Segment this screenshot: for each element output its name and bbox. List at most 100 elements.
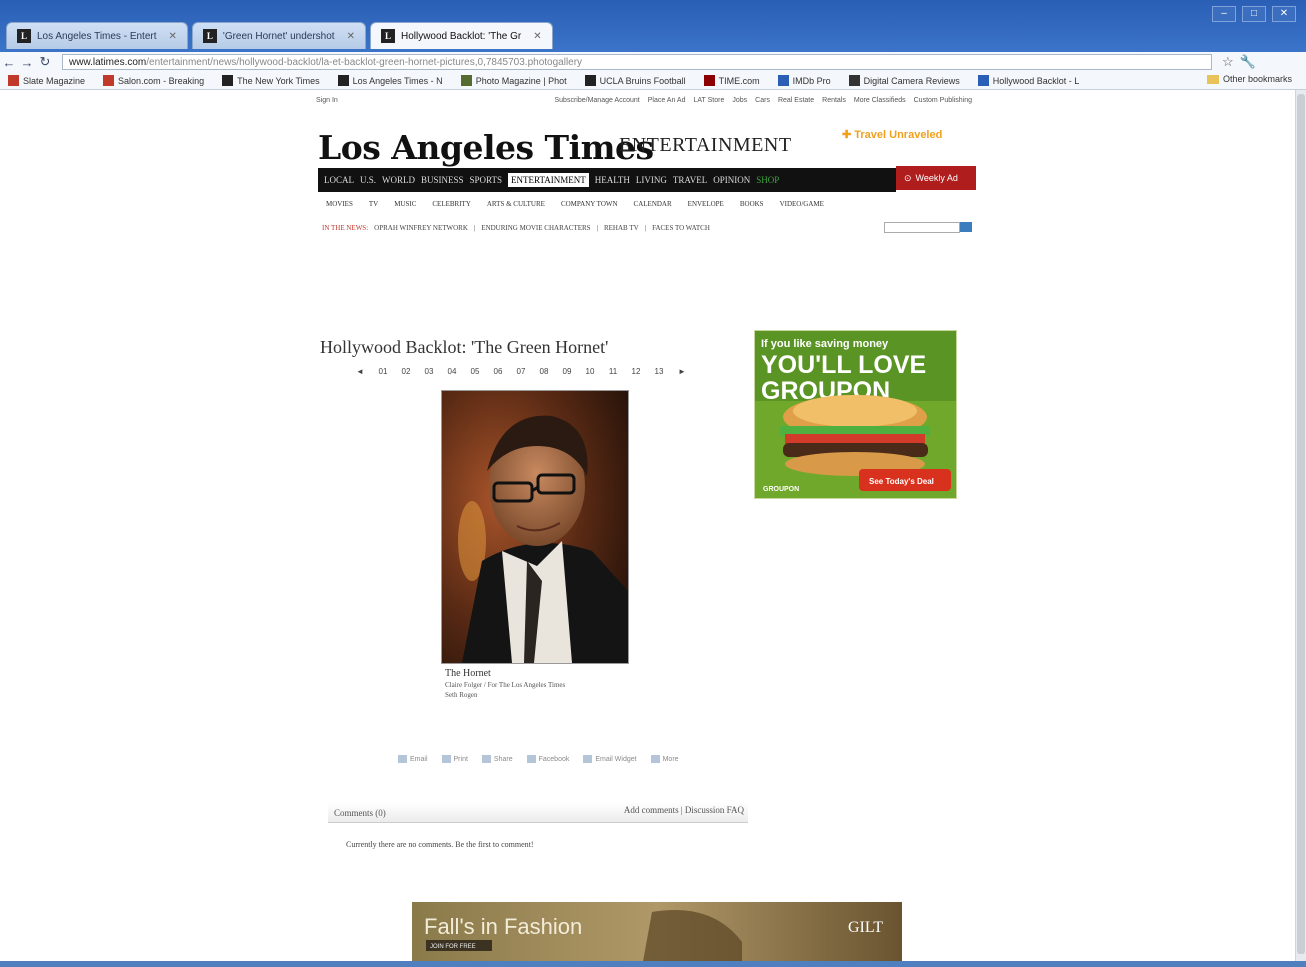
maximize-button[interactable]: □: [1242, 6, 1266, 22]
trending-separator: |: [596, 224, 598, 232]
utility-link[interactable]: Subscribe/Manage Account: [555, 97, 640, 104]
subnav-item[interactable]: ARTS & CULTURE: [487, 200, 545, 208]
nav-item-world[interactable]: WORLD: [382, 175, 415, 185]
pager-item[interactable]: 07: [515, 367, 527, 376]
bookmark-item[interactable]: Digital Camera Reviews: [848, 75, 960, 86]
bookmark-item[interactable]: Salon.com - Breaking: [103, 75, 204, 86]
utility-link[interactable]: Real Estate: [778, 97, 814, 104]
trending-link[interactable]: REHAB TV: [604, 224, 639, 232]
latimes-logo[interactable]: Los Angeles Times: [318, 128, 654, 167]
nav-item-living[interactable]: LIVING: [636, 175, 667, 185]
subnav-item[interactable]: VIDEO/GAME: [780, 200, 824, 208]
bookmark-item[interactable]: Hollywood Backlot - L: [977, 75, 1079, 86]
nav-item-health[interactable]: HEALTH: [595, 175, 630, 185]
pager-item[interactable]: 06: [492, 367, 504, 376]
nav-item-sports[interactable]: SPORTS: [470, 175, 502, 185]
nav-item-local[interactable]: LOCAL: [324, 175, 354, 185]
pager-item[interactable]: 01: [377, 367, 389, 376]
share-more-button[interactable]: More: [650, 755, 679, 763]
comments-actions[interactable]: Add comments | Discussion FAQ: [624, 805, 744, 815]
travel-promo[interactable]: ✚ Travel Unraveled: [842, 128, 942, 141]
subnav-item[interactable]: ENVELOPE: [688, 200, 724, 208]
other-bookmarks[interactable]: Other bookmarks: [1206, 74, 1292, 84]
nav-item-opinion[interactable]: OPINION: [713, 175, 750, 185]
subnav-item[interactable]: BOOKS: [740, 200, 764, 208]
utility-link[interactable]: Rentals: [822, 97, 846, 104]
pager-item[interactable]: 13: [653, 367, 665, 376]
pager-item[interactable]: 09: [561, 367, 573, 376]
share-icon: [398, 755, 407, 763]
share-facebook-button[interactable]: Facebook: [526, 755, 569, 763]
tab-green-hornet[interactable]: L 'Green Hornet' undershot ✕: [191, 22, 366, 49]
reload-icon[interactable]: ↻: [36, 54, 54, 70]
bookmark-item[interactable]: Photo Magazine | Phot: [460, 75, 567, 86]
utility-link[interactable]: Cars: [755, 97, 770, 104]
sign-in-link[interactable]: Sign In: [316, 97, 338, 104]
share-print-button[interactable]: Print: [441, 755, 468, 763]
nav-item-business[interactable]: BUSINESS: [421, 175, 464, 185]
gilt-banner-ad[interactable]: Fall's in Fashion JOIN FOR FREE GILT: [412, 902, 902, 967]
utility-link[interactable]: More Classifieds: [854, 97, 906, 104]
address-bar[interactable]: www.latimes.com/entertainment/news/holly…: [62, 54, 1212, 70]
subnav-item[interactable]: CELEBRITY: [432, 200, 471, 208]
bookmark-item[interactable]: IMDb Pro: [777, 75, 831, 86]
site-search-input[interactable]: [884, 222, 960, 233]
pager-item[interactable]: ◄: [354, 367, 366, 376]
bookmark-item[interactable]: Los Angeles Times - N: [337, 75, 443, 86]
utility-link[interactable]: Jobs: [732, 97, 747, 104]
subnav-item[interactable]: MUSIC: [394, 200, 416, 208]
close-tab-icon[interactable]: ✕: [169, 31, 177, 42]
pager-item[interactable]: 02: [400, 367, 412, 376]
subnav-item[interactable]: CALENDAR: [634, 200, 672, 208]
pager-item[interactable]: 08: [538, 367, 550, 376]
minimize-button[interactable]: –: [1212, 6, 1236, 22]
trending-link[interactable]: OPRAH WINFREY NETWORK: [374, 224, 468, 232]
pager-item[interactable]: 03: [423, 367, 435, 376]
weekly-ad-button[interactable]: ⊙ Weekly Ad: [896, 166, 976, 190]
tab-hollywood-backlot[interactable]: L Hollywood Backlot: 'The Gr ✕: [369, 22, 553, 49]
sub-nav: MOVIES TV MUSIC CELEBRITY ARTS & CULTURE COMP…: [326, 200, 926, 208]
forward-arrow-icon[interactable]: →: [18, 55, 36, 70]
close-tab-icon[interactable]: ✕: [533, 31, 541, 42]
bookmark-item[interactable]: UCLA Bruins Football: [584, 75, 686, 86]
bookmark-item[interactable]: The New York Times: [222, 75, 320, 86]
site-search-button[interactable]: [960, 222, 972, 232]
scrollbar-thumb[interactable]: [1297, 94, 1305, 954]
share-email-button[interactable]: Email: [398, 755, 428, 763]
utility-link[interactable]: Place An Ad: [648, 97, 686, 104]
trending-link[interactable]: FACES TO WATCH: [652, 224, 710, 232]
nav-item-shop[interactable]: SHOP: [756, 175, 779, 185]
subnav-item[interactable]: COMPANY TOWN: [561, 200, 618, 208]
bookmark-item[interactable]: TIME.com: [703, 75, 760, 86]
close-tab-icon[interactable]: ✕: [347, 31, 355, 42]
nav-item-travel[interactable]: TRAVEL: [673, 175, 707, 185]
back-arrow-icon[interactable]: ←: [0, 55, 18, 70]
bookmark-star-icon[interactable]: ☆: [1222, 54, 1234, 70]
nav-item-entertainment[interactable]: ENTERTAINMENT: [508, 173, 589, 187]
pager-item[interactable]: 11: [607, 367, 619, 376]
utility-link[interactable]: Custom Publishing: [914, 97, 972, 104]
utility-link[interactable]: LAT Store: [694, 97, 725, 104]
subnav-item[interactable]: TV: [369, 200, 378, 208]
page-scrollbar[interactable]: [1295, 90, 1306, 967]
pager-item[interactable]: 10: [584, 367, 596, 376]
nav-item-us[interactable]: U.S.: [360, 175, 376, 185]
pager-item[interactable]: 12: [630, 367, 642, 376]
bookmark-item[interactable]: Slate Magazine: [8, 75, 85, 86]
bookmark-favicon-icon: [8, 75, 19, 86]
close-window-button[interactable]: ✕: [1272, 6, 1296, 22]
tab-la-times[interactable]: L Los Angeles Times - Entert ✕: [6, 22, 188, 49]
subnav-item[interactable]: MOVIES: [326, 200, 353, 208]
pager-item[interactable]: ►: [676, 367, 688, 376]
wrench-menu-icon[interactable]: 🔧: [1240, 54, 1256, 70]
share-share-button[interactable]: Share: [481, 755, 513, 763]
pager-item[interactable]: 04: [446, 367, 458, 376]
tab-label: Los Angeles Times - Entert: [37, 30, 157, 42]
trending-link[interactable]: ENDURING MOVIE CHARACTERS: [481, 224, 590, 232]
pager-item[interactable]: 05: [469, 367, 481, 376]
gallery-photo[interactable]: [441, 390, 629, 664]
share-emailwidget-button[interactable]: Email Widget: [583, 755, 637, 763]
groupon-ad[interactable]: If you like saving money YOU'LL LOVE GRO…: [754, 330, 957, 499]
bookmark-favicon-icon: [848, 75, 860, 86]
share-label: Share: [493, 755, 513, 763]
